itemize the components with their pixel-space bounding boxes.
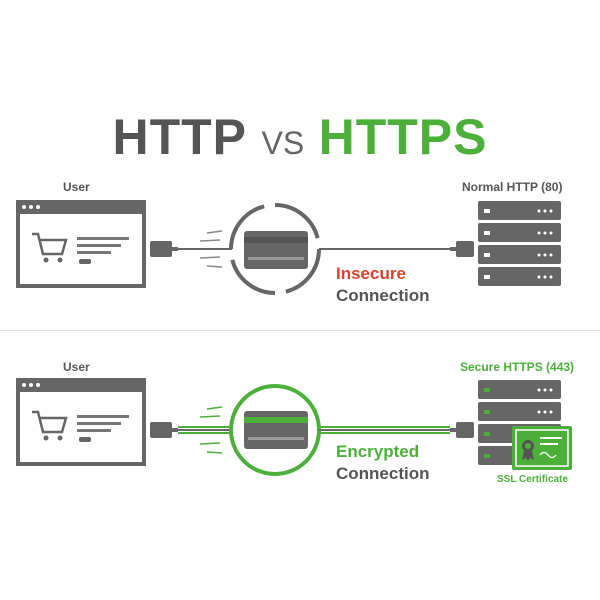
plug-right-top <box>450 241 474 257</box>
ssl-certificate-icon <box>512 426 572 470</box>
credit-card-icon-bottom <box>244 411 308 449</box>
server-rack-http <box>478 201 561 286</box>
credit-card-icon-top <box>244 231 308 269</box>
diagram-artwork <box>16 200 572 476</box>
plug-right-bottom <box>450 422 474 438</box>
encrypted-cable-right <box>319 426 450 434</box>
encrypted-cable-left <box>178 426 232 434</box>
plug-left-top <box>150 241 178 257</box>
plug-left-bottom <box>150 422 178 438</box>
browser-window-bottom <box>16 378 146 466</box>
browser-window-top <box>16 200 146 288</box>
